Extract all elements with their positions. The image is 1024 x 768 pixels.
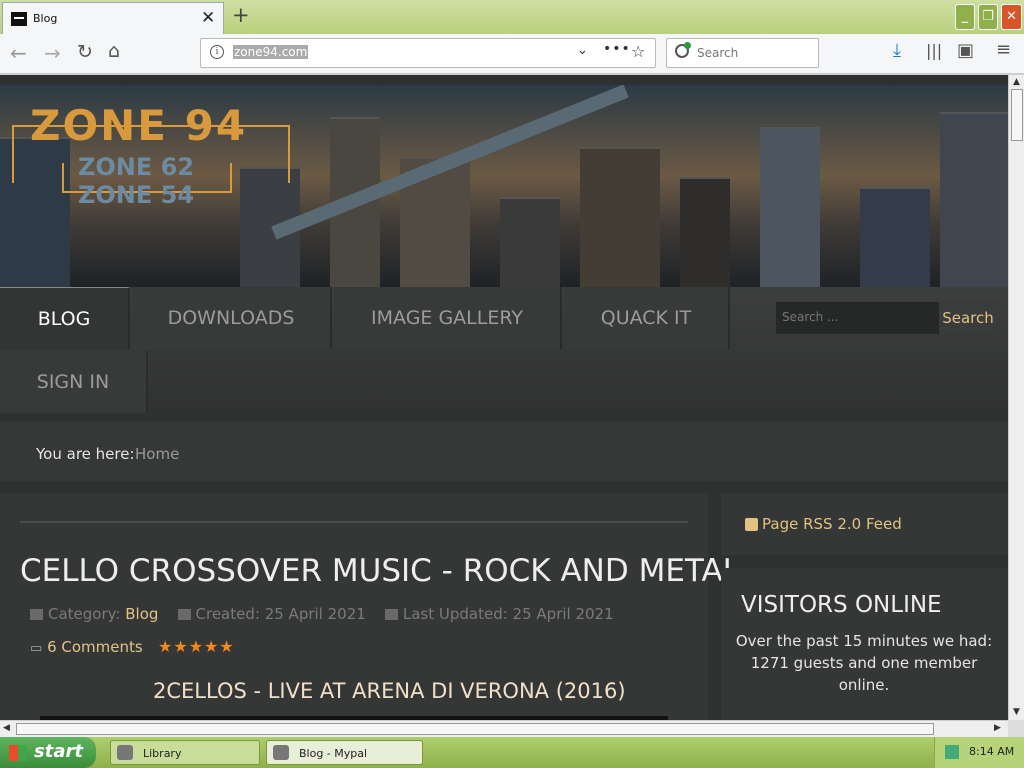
- divider: [20, 521, 688, 523]
- site-logo[interactable]: ZONE 94: [30, 101, 247, 150]
- windows-logo-icon: [9, 745, 27, 761]
- web-page: ZONE 94 ZONE 62 ZONE 54 BLOG DOWNLOADS I…: [0, 75, 1008, 720]
- rating-star-icon[interactable]: ★: [189, 637, 204, 656]
- chevron-down-icon[interactable]: ⌄: [577, 43, 588, 58]
- rating-star-icon[interactable]: ★: [158, 637, 173, 656]
- search-icon: [675, 42, 691, 58]
- navigation-toolbar: ← → ↻ ⌂ i zone94.com ⌄ ••• ☆ Search ⤓ ||…: [0, 34, 1024, 74]
- breadcrumb: You are here: Home: [0, 421, 1008, 481]
- app-icon: [117, 745, 133, 760]
- browser-search-placeholder: Search: [697, 46, 739, 60]
- scroll-up-icon[interactable]: ▲: [1013, 77, 1020, 87]
- site-info-icon[interactable]: i: [210, 45, 224, 59]
- menu-item-sign-in[interactable]: SIGN IN: [0, 351, 148, 413]
- scroll-right-icon[interactable]: ▶: [994, 723, 1001, 733]
- article-subtitle: 2CELLOS - LIVE AT ARENA DI VERONA (2016): [153, 679, 626, 703]
- rss-feed-box: Page RSS 2.0 Feed: [721, 493, 1008, 555]
- start-label: start: [34, 741, 83, 762]
- calendar-icon: [384, 609, 398, 620]
- comments-count[interactable]: 6 Comments: [47, 638, 143, 656]
- system-tray: 8:14 AM: [934, 737, 1024, 768]
- library-icon[interactable]: |||: [926, 41, 942, 60]
- address-bar[interactable]: i zone94.com ⌄ ••• ☆: [200, 38, 656, 68]
- rss-icon: [745, 518, 758, 531]
- scroll-down-icon[interactable]: ▼: [1013, 707, 1020, 717]
- clock: 8:14 AM: [969, 745, 1015, 758]
- horizontal-scroll-thumb[interactable]: [16, 723, 934, 735]
- minimize-button[interactable]: _: [955, 4, 975, 30]
- close-tab-icon[interactable]: ✕: [201, 8, 215, 28]
- comments-link[interactable]: ▭ 6 Comments: [30, 638, 143, 656]
- logo-subtitle: ZONE 54: [78, 181, 195, 209]
- visitors-online-box: VISITORS ONLINE Over the past 15 minutes…: [721, 568, 1008, 720]
- article-meta: Category: Blog Created: 25 April 2021 La…: [30, 605, 614, 623]
- home-icon[interactable]: ⌂: [108, 40, 120, 62]
- created-date: Created: 25 April 2021: [195, 605, 366, 623]
- site-banner: ZONE 94 ZONE 62 ZONE 54: [0, 85, 1008, 287]
- category-label: Category:: [48, 605, 121, 623]
- site-search-input[interactable]: Search ...: [776, 302, 939, 334]
- menu-item-downloads[interactable]: DOWNLOADS: [132, 287, 332, 349]
- folder-icon: [30, 609, 43, 620]
- menu-item-blog[interactable]: BLOG: [0, 287, 130, 349]
- browser-search-box[interactable]: Search: [666, 38, 819, 68]
- breadcrumb-label: You are here:: [36, 445, 135, 463]
- menu-item-image-gallery[interactable]: IMAGE GALLERY: [334, 287, 562, 349]
- horizontal-scrollbar[interactable]: ◀ ▶: [0, 720, 1008, 737]
- taskbar-item-label: Blog - Mypal: [299, 747, 368, 760]
- updated-date: Last Updated: 25 April 2021: [402, 605, 614, 623]
- download-icon[interactable]: ⤓: [893, 40, 901, 61]
- forward-arrow-icon[interactable]: →: [44, 41, 61, 65]
- site-favicon-icon: [11, 12, 27, 26]
- category-link[interactable]: Blog: [125, 605, 158, 623]
- app-icon: [273, 745, 289, 760]
- close-window-button[interactable]: ✕: [1001, 4, 1022, 30]
- tab-title: Blog: [33, 12, 58, 25]
- sidebar-toggle-icon[interactable]: ▣: [957, 40, 974, 61]
- tray-icon[interactable]: [945, 745, 959, 759]
- visitors-title: VISITORS ONLINE: [741, 592, 942, 618]
- maximize-button[interactable]: ❐: [978, 4, 998, 30]
- article-title[interactable]: CELLO CROSSOVER MUSIC - ROCK AND METAL: [20, 553, 740, 589]
- site-menu: BLOG DOWNLOADS IMAGE GALLERY QUACK IT SI…: [0, 287, 1008, 415]
- reload-icon[interactable]: ↻: [77, 41, 93, 63]
- taskbar: start Library Blog - Mypal 8:14 AM: [0, 737, 1024, 768]
- site-search-button[interactable]: Search: [939, 302, 997, 334]
- taskbar-item-blog[interactable]: Blog - Mypal: [266, 740, 423, 765]
- menu-hamburger-icon[interactable]: ≡: [996, 39, 1011, 60]
- scrollbar-corner: [1008, 720, 1024, 737]
- rating-star-icon[interactable]: ★: [173, 637, 188, 656]
- new-tab-button[interactable]: +: [232, 3, 250, 27]
- back-arrow-icon[interactable]: ←: [10, 41, 27, 65]
- vertical-scroll-thumb[interactable]: [1011, 89, 1023, 141]
- scroll-left-icon[interactable]: ◀: [3, 723, 10, 733]
- rss-feed-link[interactable]: Page RSS 2.0 Feed: [762, 515, 902, 533]
- visitors-text: Over the past 15 minutes we had: 1271 gu…: [735, 632, 993, 694]
- menu-item-quack-it[interactable]: QUACK IT: [564, 287, 730, 349]
- rating-star-icon[interactable]: ★: [219, 637, 234, 656]
- breadcrumb-home-link[interactable]: Home: [135, 445, 179, 463]
- vertical-scrollbar[interactable]: ▲ ▼: [1008, 75, 1024, 720]
- url-text[interactable]: zone94.com: [233, 45, 309, 59]
- taskbar-item-library[interactable]: Library: [110, 740, 260, 765]
- browser-tab-bar: Blog ✕ + _ ❐ ✕: [0, 0, 1024, 34]
- start-button[interactable]: start: [0, 737, 96, 768]
- logo-subtitle: ZONE 62: [78, 153, 195, 181]
- rating-stars[interactable]: ★★★★★: [158, 637, 235, 656]
- taskbar-item-label: Library: [143, 747, 182, 760]
- page-actions-icon[interactable]: •••: [603, 41, 631, 57]
- rating-star-icon[interactable]: ★: [204, 637, 219, 656]
- bookmark-star-icon[interactable]: ☆: [631, 42, 645, 61]
- calendar-icon: [177, 609, 191, 620]
- tab-blog[interactable]: Blog ✕: [2, 2, 224, 34]
- article: CELLO CROSSOVER MUSIC - ROCK AND METAL C…: [0, 493, 740, 720]
- comment-icon: ▭: [30, 641, 43, 656]
